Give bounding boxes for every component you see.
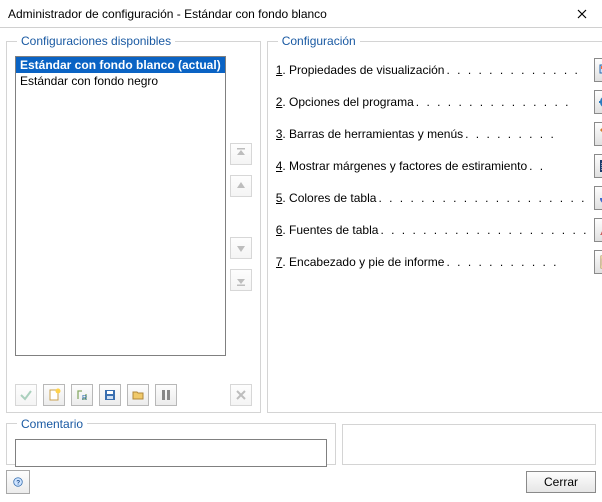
apply-button[interactable] xyxy=(15,384,37,406)
check-icon xyxy=(19,388,33,402)
open-button[interactable] xyxy=(127,384,149,406)
config-option-row: 1. Propiedades de visualización . . . . … xyxy=(276,58,602,82)
toolbars-menus-button[interactable] xyxy=(594,122,602,146)
table-fonts-button[interactable]: AA xyxy=(594,218,602,242)
config-option-row: 3. Barras de herramientas y menús . . . … xyxy=(276,122,602,146)
config-option-row: 5. Colores de tabla . . . . . . . . . . … xyxy=(276,186,602,210)
config-option-row: 2. Opciones del programa . . . . . . . .… xyxy=(276,90,602,114)
config-listbox[interactable]: Estándar con fondo blanco (actual) Están… xyxy=(15,56,226,356)
reorder-buttons xyxy=(230,56,252,378)
configuration-panel: Configuración 1. Propiedades de visualiz… xyxy=(267,34,602,413)
save-button[interactable] xyxy=(99,384,121,406)
move-bottom-button[interactable] xyxy=(230,269,252,291)
floppy-icon xyxy=(103,388,117,402)
folder-open-icon xyxy=(131,388,145,402)
comment-legend: Comentario xyxy=(17,417,87,431)
margins-stretch-icon xyxy=(598,158,602,174)
available-configs-panel: Configuraciones disponibles Estándar con… xyxy=(6,34,261,413)
rename-icon: R xyxy=(75,388,89,402)
table-colors-button[interactable] xyxy=(594,186,602,210)
config-option-link[interactable]: 4. Mostrar márgenes y factores de estira… xyxy=(276,159,589,173)
table-fonts-icon: AA xyxy=(598,222,602,238)
comment-panel: Comentario xyxy=(6,417,336,465)
rename-button[interactable]: R xyxy=(71,384,93,406)
display-properties-icon xyxy=(598,62,602,78)
new-file-icon xyxy=(47,388,61,402)
delete-button[interactable] xyxy=(230,384,252,406)
list-item[interactable]: Estándar con fondo negro xyxy=(16,73,225,89)
delete-x-icon xyxy=(234,388,248,402)
config-option-link[interactable]: 7. Encabezado y pie de informe . . . . .… xyxy=(276,255,589,269)
config-option-link[interactable]: 2. Opciones del programa . . . . . . . .… xyxy=(276,95,589,109)
display-properties-button[interactable] xyxy=(594,58,602,82)
help-button[interactable]: ? xyxy=(6,470,30,494)
preview-box xyxy=(342,424,596,465)
footer-bar: ? Cerrar xyxy=(6,469,596,496)
config-option-row: 7. Encabezado y pie de informe . . . . .… xyxy=(276,250,602,274)
config-option-row: 4. Mostrar márgenes y factores de estira… xyxy=(276,154,602,178)
config-toolbar: R xyxy=(15,384,252,406)
move-top-button[interactable] xyxy=(230,143,252,165)
program-options-button[interactable] xyxy=(594,90,602,114)
window-title: Administrador de configuración - Estánda… xyxy=(8,7,562,21)
settings-icon xyxy=(159,388,173,402)
header-footer-icon xyxy=(598,254,602,270)
config-option-link[interactable]: 1. Propiedades de visualización . . . . … xyxy=(276,63,589,77)
configuration-legend: Configuración xyxy=(278,34,360,48)
table-colors-icon xyxy=(598,190,602,206)
svg-text:R: R xyxy=(82,395,87,402)
config-option-link[interactable]: 3. Barras de herramientas y menús . . . … xyxy=(276,127,589,141)
available-configs-legend: Configuraciones disponibles xyxy=(17,34,175,48)
margins-stretch-button[interactable] xyxy=(594,154,602,178)
comment-textarea[interactable] xyxy=(15,439,327,467)
list-item[interactable]: Estándar con fondo blanco (actual) xyxy=(16,57,225,73)
move-up-button[interactable] xyxy=(230,175,252,197)
config-option-link[interactable]: 5. Colores de tabla . . . . . . . . . . … xyxy=(276,191,589,205)
program-options-icon xyxy=(598,94,602,110)
settings-button[interactable] xyxy=(155,384,177,406)
title-bar: Administrador de configuración - Estánda… xyxy=(0,0,602,28)
close-window-button[interactable] xyxy=(562,0,602,28)
move-down-button[interactable] xyxy=(230,237,252,259)
header-footer-button[interactable] xyxy=(594,250,602,274)
help-icon: ? xyxy=(13,475,23,489)
config-options-list: 1. Propiedades de visualización . . . . … xyxy=(276,58,602,274)
close-button[interactable]: Cerrar xyxy=(526,471,596,493)
config-option-row: 6. Fuentes de tabla . . . . . . . . . . … xyxy=(276,218,602,242)
config-option-link[interactable]: 6. Fuentes de tabla . . . . . . . . . . … xyxy=(276,223,589,237)
new-config-button[interactable] xyxy=(43,384,65,406)
toolbars-menus-icon xyxy=(598,126,602,142)
svg-text:?: ? xyxy=(16,480,20,487)
